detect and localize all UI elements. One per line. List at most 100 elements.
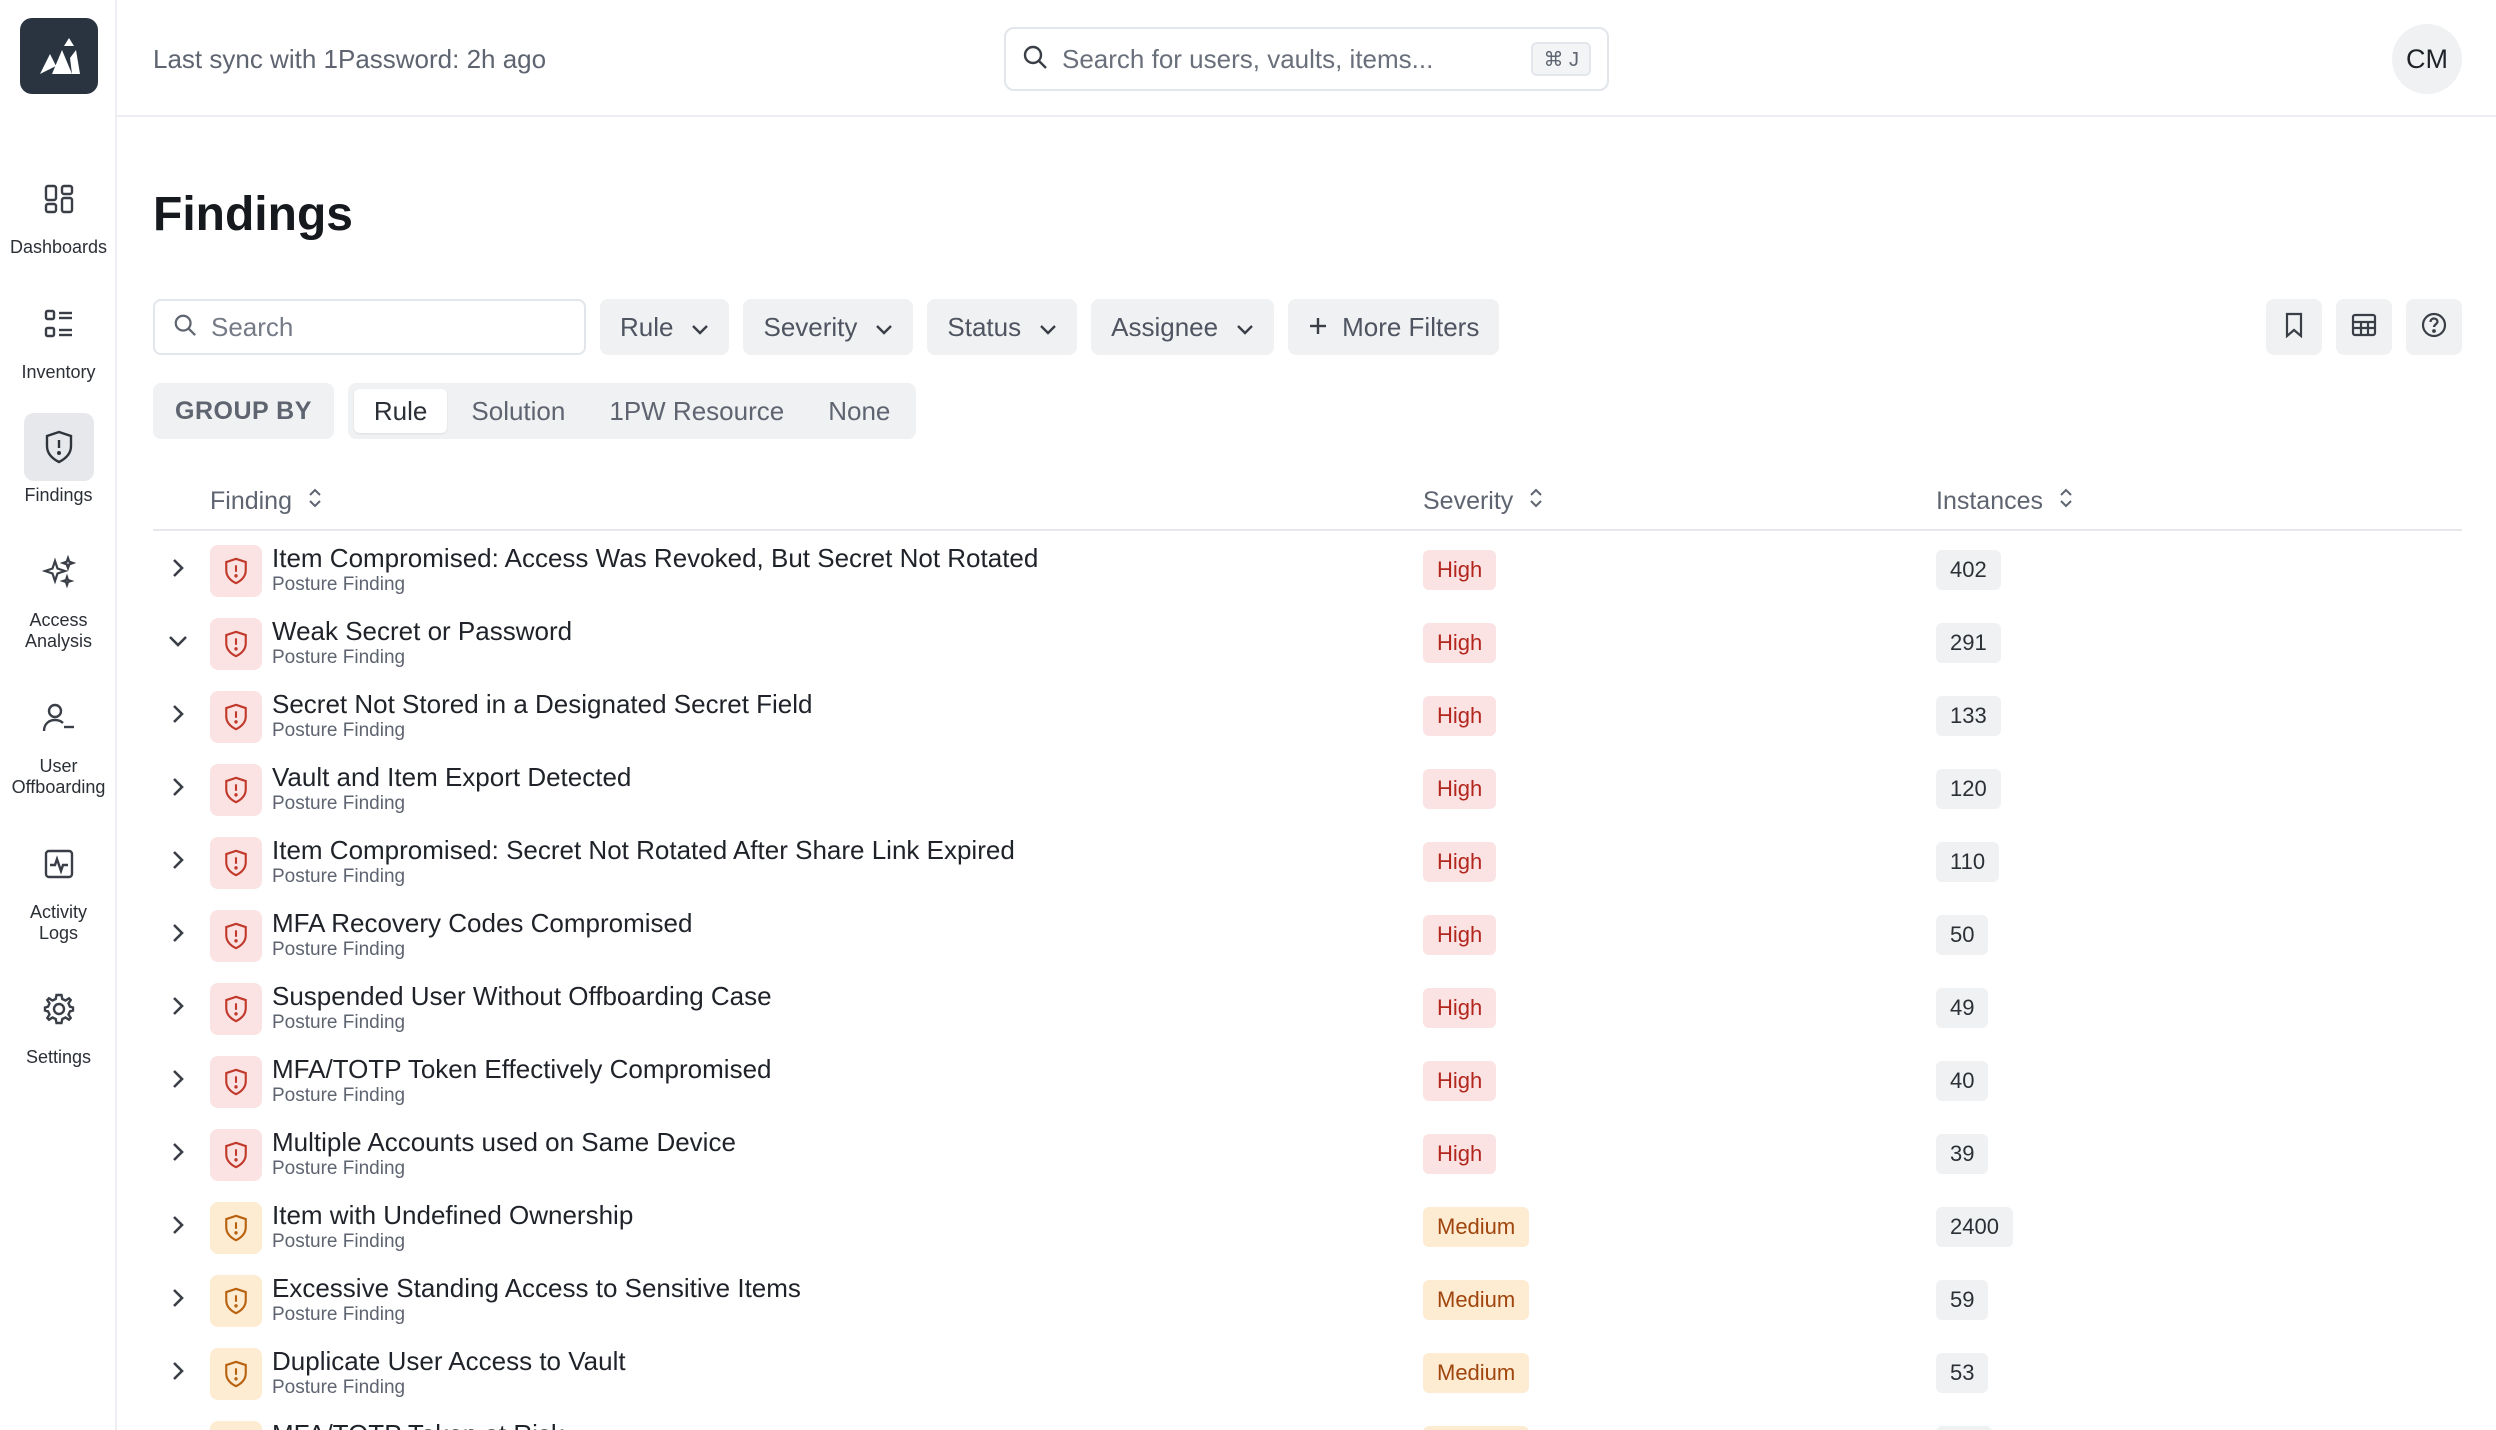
table-row[interactable]: Duplicate User Access to Vault Posture Fi… [153, 1334, 2462, 1407]
group-by-solution[interactable]: Solution [451, 389, 585, 433]
table-row[interactable]: Excessive Standing Access to Sensitive I… [153, 1261, 2462, 1334]
table-header: Finding Severity Instances [153, 469, 2462, 531]
table-row[interactable]: Multiple Accounts used on Same Device Pos… [153, 1115, 2462, 1188]
app-logo[interactable] [20, 18, 98, 94]
finding-type: Posture Finding [272, 1158, 406, 1179]
filter-bar: Search Rule Severity Status Assignee Mor… [153, 299, 1500, 355]
column-header-finding[interactable]: Finding [210, 487, 322, 516]
finding-name[interactable]: MFA/TOTP Token at Risk [272, 1419, 564, 1430]
bookmark-icon [2283, 312, 2305, 343]
chevron-down-icon [1236, 312, 1254, 343]
more-filters-button[interactable]: More Filters [1288, 299, 1500, 355]
findings-search-input[interactable]: Search [153, 299, 586, 355]
table-row[interactable]: Secret Not Stored in a Designated Secret… [153, 677, 2462, 750]
chevron-right-icon[interactable] [163, 1283, 193, 1313]
sort-icon [2059, 487, 2073, 516]
rule-filter-dropdown[interactable]: Rule [600, 299, 730, 355]
finding-name[interactable]: Duplicate User Access to Vault [272, 1346, 626, 1377]
sidebar-item-dashboards[interactable]: Dashboards [0, 165, 117, 258]
severity-badge: High [1423, 1134, 1497, 1174]
column-header-instances[interactable]: Instances [1936, 487, 2073, 516]
finding-name[interactable]: Item Compromised: Access Was Revoked, Bu… [272, 543, 1038, 574]
severity-filter-dropdown[interactable]: Severity [743, 299, 914, 355]
finding-name[interactable]: Item with Undefined Ownership [272, 1200, 633, 1231]
table-row[interactable]: Vault and Item Export Detected Posture Fi… [153, 750, 2462, 823]
global-search-input[interactable]: Search for users, vaults, items... ⌘ J [1004, 27, 1609, 91]
sidebar-item-settings[interactable]: Settings [0, 975, 117, 1068]
finding-name[interactable]: Multiple Accounts used on Same Device [272, 1127, 736, 1158]
finding-name[interactable]: MFA/TOTP Token Effectively Compromised [272, 1054, 771, 1085]
chevron-right-icon[interactable] [163, 1210, 193, 1240]
chevron-down-icon [1039, 312, 1057, 343]
help-circle-icon [2420, 311, 2448, 344]
finding-type: Posture Finding [272, 939, 406, 960]
sidebar-item-label: Access Analysis [24, 610, 93, 651]
severity-badge: Medium [1423, 1207, 1530, 1247]
sidebar-item-label: Settings [25, 1047, 92, 1067]
chevron-right-icon[interactable] [163, 699, 193, 729]
sidebar-item-activity-logs[interactable]: Activity Logs [0, 830, 117, 944]
finding-name[interactable]: Item Compromised: Secret Not Rotated Aft… [272, 835, 1015, 866]
table-row[interactable]: Item Compromised: Access Was Revoked, Bu… [153, 531, 2462, 604]
chevron-right-icon[interactable] [163, 553, 193, 583]
status-filter-dropdown[interactable]: Status [927, 299, 1078, 355]
finding-name[interactable]: Vault and Item Export Detected [272, 762, 631, 793]
severity-badge: High [1423, 769, 1497, 809]
chevron-right-icon[interactable] [163, 991, 193, 1021]
finding-name[interactable]: Weak Secret or Password [272, 616, 572, 647]
instances-count: 49 [1936, 988, 1989, 1028]
severity-badge: High [1423, 623, 1497, 663]
group-by-segmented-control: Rule Solution 1PW Resource None [347, 383, 917, 439]
keyboard-shortcut-badge: ⌘ J [1531, 42, 1591, 76]
instances-count [1936, 1426, 1992, 1430]
column-header-severity[interactable]: Severity [1423, 487, 1543, 516]
chevron-right-icon[interactable] [163, 845, 193, 875]
severity-badge: Medium [1423, 1426, 1530, 1430]
search-placeholder: Search [211, 311, 294, 342]
finding-name[interactable]: Secret Not Stored in a Designated Secret… [272, 689, 813, 720]
chevron-right-icon[interactable] [163, 1356, 193, 1386]
finding-type: Posture Finding [272, 720, 406, 741]
group-by-rule[interactable]: Rule [353, 389, 448, 433]
finding-name[interactable]: Excessive Standing Access to Sensitive I… [272, 1273, 801, 1304]
chevron-down-icon[interactable] [163, 626, 193, 656]
chevron-down-icon [875, 312, 893, 343]
table-row[interactable]: MFA/TOTP Token Effectively Compromised Po… [153, 1042, 2462, 1115]
chevron-right-icon[interactable] [163, 1137, 193, 1167]
bookmark-button[interactable] [2266, 299, 2322, 355]
group-by-1pw-resource[interactable]: 1PW Resource [589, 389, 804, 433]
shield-alert-icon [210, 983, 262, 1035]
finding-name[interactable]: MFA Recovery Codes Compromised [272, 908, 692, 939]
table-row[interactable]: MFA/TOTP Token at RiskPosture FindingMed… [153, 1407, 2462, 1430]
sidebar-item-inventory[interactable]: Inventory [0, 290, 117, 383]
chevron-right-icon[interactable] [163, 772, 193, 802]
severity-badge: High [1423, 1061, 1497, 1101]
finding-type: Posture Finding [272, 793, 406, 814]
search-placeholder: Search for users, vaults, items... [1062, 43, 1434, 74]
table-row[interactable]: Weak Secret or Password Posture Finding Hi… [153, 604, 2462, 677]
table-row[interactable]: MFA Recovery Codes Compromised Posture Fi… [153, 896, 2462, 969]
table-row[interactable]: Item with Undefined Ownership Posture Fin… [153, 1188, 2462, 1261]
group-by-none[interactable]: None [808, 389, 910, 433]
table-tools [2266, 299, 2462, 355]
avatar[interactable]: CM [2392, 24, 2462, 94]
sidebar-item-access-analysis[interactable]: Access Analysis [0, 538, 117, 652]
sidebar-item-findings[interactable]: Findings [0, 413, 117, 506]
severity-badge: High [1423, 696, 1497, 736]
chevron-right-icon[interactable] [163, 918, 193, 948]
instances-count: 39 [1936, 1134, 1989, 1174]
app: Dashboards Inventory Findings Access Ana… [0, 0, 2496, 1430]
assignee-filter-dropdown[interactable]: Assignee [1091, 299, 1275, 355]
finding-name[interactable]: Suspended User Without Offboarding Case [272, 981, 772, 1012]
table-row[interactable]: Suspended User Without Offboarding Case P… [153, 969, 2462, 1042]
columns-button[interactable] [2336, 299, 2392, 355]
chevron-right-icon[interactable] [163, 1064, 193, 1094]
search-icon [1022, 44, 1048, 75]
instances-count: 133 [1936, 696, 2001, 736]
help-button[interactable] [2406, 299, 2462, 355]
sparkle-icon [24, 538, 94, 606]
sidebar-item-user-offboarding[interactable]: User Offboarding [0, 684, 117, 798]
finding-type: Posture Finding [272, 1085, 406, 1106]
shield-alert-icon [210, 1129, 262, 1181]
table-row[interactable]: Item Compromised: Secret Not Rotated Aft… [153, 823, 2462, 896]
